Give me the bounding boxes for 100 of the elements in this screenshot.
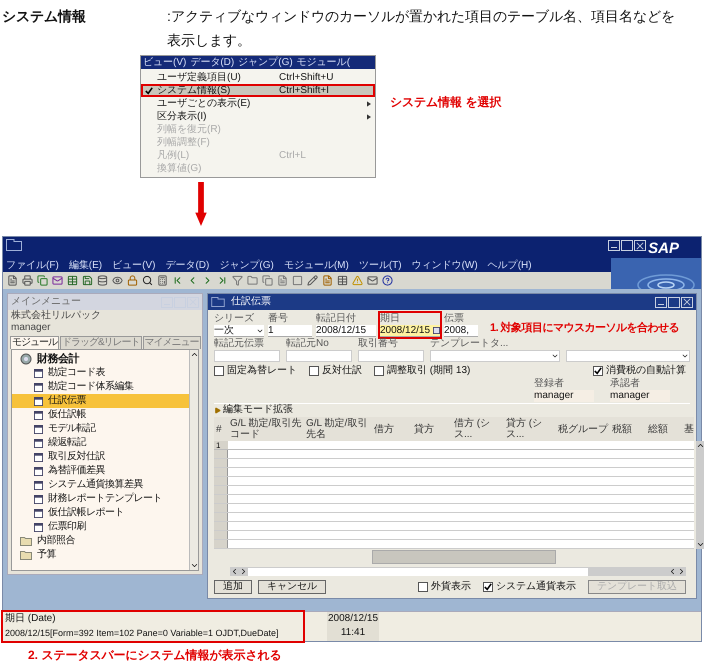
scroll-right-icon[interactable] xyxy=(239,567,248,576)
menu-item[interactable]: ユーザごとの表示(E) xyxy=(141,97,375,110)
form-button[interactable]: キャンセル xyxy=(258,580,326,594)
section-toggle[interactable]: 編集モード拡張 xyxy=(223,404,293,416)
tree-item[interactable]: 勘定コード表 xyxy=(12,366,189,380)
tree-item[interactable]: 仮仕訳帳レポート xyxy=(12,506,189,520)
menu-title[interactable]: モジュール(M) xyxy=(284,260,349,272)
dropdown-icon[interactable] xyxy=(681,352,689,360)
input-field[interactable] xyxy=(358,350,424,362)
scroll-left-icon[interactable] xyxy=(230,567,239,576)
scroll-right-icon[interactable] xyxy=(677,567,686,576)
form-button[interactable]: 追加 xyxy=(214,580,252,594)
column-header[interactable]: 貸方 xyxy=(412,424,452,434)
table-icon[interactable] xyxy=(67,275,78,286)
menu-title[interactable]: ジャンプ(G) xyxy=(219,260,274,272)
input-field[interactable]: 1 xyxy=(268,325,312,337)
menu-title[interactable]: ファイル(F) xyxy=(6,260,59,272)
dropdown-icon[interactable] xyxy=(551,352,559,360)
document-icon[interactable] xyxy=(322,275,333,286)
input-field[interactable]: 2008/12/15 xyxy=(316,325,376,337)
horizontal-scrollbar[interactable] xyxy=(230,567,686,576)
menu-title[interactable]: ジャンプ(G) xyxy=(238,56,293,68)
input-field[interactable]: 2008/12/15 xyxy=(380,325,440,337)
maximize-button[interactable] xyxy=(621,240,633,251)
menu-title[interactable]: データ(D) xyxy=(165,260,210,272)
scroll-left-icon[interactable] xyxy=(668,567,677,576)
tree-item[interactable]: 財務レポートテンプレート xyxy=(12,492,189,506)
column-header[interactable]: G/L 勘定/取引先コード xyxy=(228,418,304,440)
maximize-button[interactable] xyxy=(668,296,680,308)
tree-item[interactable]: 繰返転記 xyxy=(12,436,189,450)
column-header[interactable]: G/L 勘定/取引先名 xyxy=(304,418,372,440)
tree-item[interactable]: 財務会計 xyxy=(12,352,189,366)
menu-title[interactable]: 編集(E) xyxy=(68,260,102,272)
menu-title[interactable]: ツール(T) xyxy=(358,260,402,272)
folder-icon[interactable] xyxy=(247,275,258,286)
column-header[interactable]: 税額 xyxy=(610,424,646,434)
input-field[interactable]: 一次 xyxy=(214,325,264,337)
input-field[interactable] xyxy=(430,350,560,362)
input-field[interactable] xyxy=(566,350,690,362)
minimize-button[interactable] xyxy=(608,240,620,251)
lock-icon[interactable] xyxy=(127,275,138,286)
tree-item[interactable]: 内部照合 xyxy=(12,534,189,548)
tree-item[interactable]: 予算 xyxy=(12,548,189,562)
save-icon[interactable] xyxy=(82,275,93,286)
tree-item[interactable]: 勘定コード体系編集 xyxy=(12,380,189,394)
column-header[interactable]: 借方 (シス... xyxy=(452,418,504,440)
checkbox[interactable] xyxy=(214,366,224,376)
scrollbar[interactable] xyxy=(189,350,198,570)
tree-item[interactable]: システム通貨換算差異 xyxy=(12,478,189,492)
first-icon[interactable] xyxy=(172,275,183,286)
scrollbar[interactable] xyxy=(696,441,704,549)
document-icon[interactable] xyxy=(277,275,288,286)
column-header[interactable]: 総額 xyxy=(646,424,682,434)
column-header[interactable]: 借方 xyxy=(372,424,412,434)
menu-title[interactable]: ウィンドウ(W) xyxy=(412,260,478,272)
tab[interactable]: モジュール xyxy=(10,336,59,349)
pencil-icon[interactable] xyxy=(307,275,318,286)
filter-icon[interactable] xyxy=(232,275,243,286)
printer-icon[interactable] xyxy=(22,275,33,286)
scroll-up-icon[interactable] xyxy=(190,350,199,359)
table-icon[interactable] xyxy=(337,275,348,286)
checkbox[interactable] xyxy=(418,582,428,592)
menu-title[interactable]: ビュー(V) xyxy=(143,56,186,68)
menu-item[interactable]: 区分表示(I) xyxy=(141,110,375,123)
column-header[interactable]: 貸方 (シス... xyxy=(504,418,556,440)
search-icon[interactable] xyxy=(142,275,153,286)
close-button[interactable] xyxy=(634,240,646,251)
tree-item[interactable]: 伝票印刷 xyxy=(12,520,189,534)
input-field[interactable]: 2008, xyxy=(444,325,478,337)
menu-title[interactable]: ビュー(V) xyxy=(112,260,156,272)
menu-title[interactable]: データ(D) xyxy=(190,56,234,68)
checkbox[interactable] xyxy=(483,582,493,592)
row-header[interactable]: 1 xyxy=(214,441,228,449)
checkbox[interactable] xyxy=(309,366,319,376)
copy-icon[interactable] xyxy=(37,275,48,286)
document-icon[interactable] xyxy=(7,275,18,286)
scroll-down-icon[interactable] xyxy=(696,540,704,549)
tree-item[interactable]: 仕訳伝票 xyxy=(12,394,189,408)
database-icon[interactable] xyxy=(97,275,108,286)
tree-item[interactable]: 為替評価差異 xyxy=(12,464,189,478)
eye-icon[interactable] xyxy=(112,275,123,286)
square-icon[interactable] xyxy=(292,275,303,286)
menu-item[interactable]: ユーザ定義項目(U) Ctrl+Shift+U xyxy=(141,71,375,84)
copy-icon[interactable] xyxy=(262,275,273,286)
column-header[interactable]: 税グループ xyxy=(556,424,610,434)
close-button[interactable] xyxy=(681,296,693,308)
mail-icon[interactable] xyxy=(52,275,63,286)
calculator-icon[interactable] xyxy=(157,275,168,286)
calendar-icon[interactable] xyxy=(433,327,440,334)
input-field[interactable] xyxy=(286,350,352,362)
input-field[interactable] xyxy=(214,350,280,362)
menu-title[interactable]: ヘルプ(H) xyxy=(488,260,532,272)
scroll-down-icon[interactable] xyxy=(190,561,199,570)
help-icon[interactable] xyxy=(382,275,393,286)
checkbox[interactable] xyxy=(374,366,384,376)
last-icon[interactable] xyxy=(217,275,228,286)
tree-item[interactable]: 仮仕訳帳 xyxy=(12,408,189,422)
tree-item[interactable]: 取引反対仕訳 xyxy=(12,450,189,464)
menu-title[interactable]: モジュール( xyxy=(296,56,350,68)
tree-item[interactable]: モデル転記 xyxy=(12,422,189,436)
